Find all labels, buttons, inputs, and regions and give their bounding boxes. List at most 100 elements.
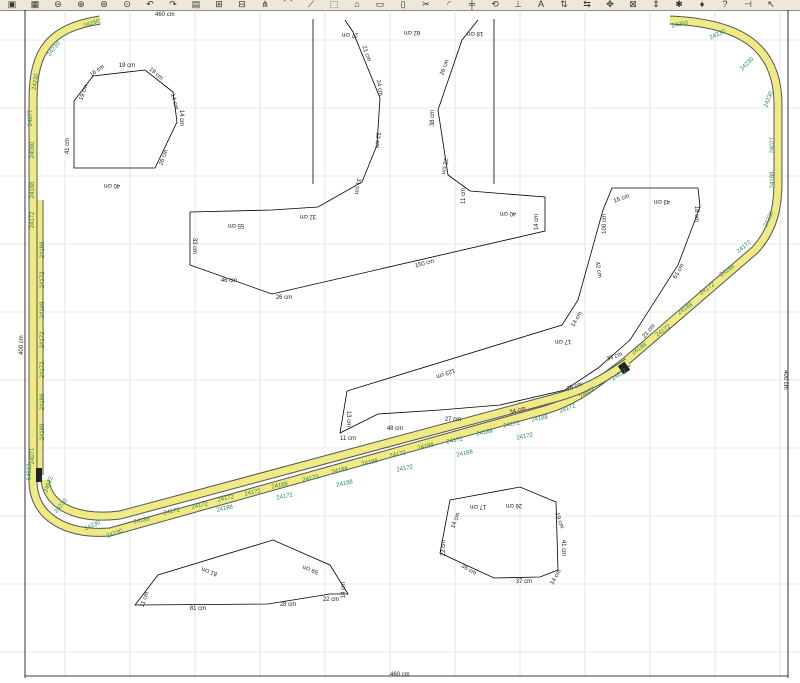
split-icon[interactable]: ⋔: [255, 0, 275, 10]
dimension-label: 14 cm: [341, 582, 347, 598]
dimension-label: 22 cm: [323, 597, 339, 603]
track-part-label: 24172: [396, 464, 414, 473]
dimension-label: 27 cm: [342, 31, 358, 37]
zoom-out-icon[interactable]: ⊖: [48, 0, 68, 10]
track-part-label: 24612: [43, 475, 55, 493]
measure-icon[interactable]: ⟋: [301, 0, 321, 10]
dimension-label: 14 cm: [178, 110, 184, 126]
track-icon[interactable]: ╪: [462, 0, 482, 10]
track-plan-drawing[interactable]: 19 cm16 cm19 cm19 cm14 cm14 cm26 cm41 cm…: [0, 10, 800, 678]
dimension-label: 61 cm: [672, 263, 685, 280]
dimension-label: 41 cm: [65, 138, 71, 154]
track-part-label: 24230: [739, 56, 756, 73]
help-icon[interactable]: ?: [715, 0, 735, 10]
height-icon[interactable]: ⇕: [646, 0, 666, 10]
track-part-label: 24071: [30, 447, 36, 464]
marker-icon[interactable]: ♦: [692, 0, 712, 10]
dimension-label: 22 cm: [440, 158, 449, 175]
dimension-label: 14 cm: [450, 512, 461, 529]
text-icon[interactable]: A: [531, 0, 551, 10]
dimension-label: 13 cm: [345, 411, 351, 427]
track-part-label: 24172: [276, 492, 294, 501]
dimension-label: 33 cm: [191, 238, 197, 254]
dimension-label: 26 cm: [276, 295, 292, 301]
dimension-label: 17 cm: [555, 338, 571, 344]
zoom-window-icon[interactable]: ⊙: [117, 0, 137, 10]
book-icon[interactable]: ▤: [186, 0, 206, 10]
dimension-label: 16 cm: [89, 64, 106, 78]
dimension-label: 26 cm: [158, 149, 169, 166]
zoom-fit-icon[interactable]: ⊛: [94, 0, 114, 10]
lock-icon[interactable]: ⊠: [623, 0, 643, 10]
ruler-left-label: 400 cm: [19, 335, 25, 355]
grid-lines: [0, 10, 800, 678]
track-part-label: 24188: [30, 181, 36, 198]
dimension-label: 26 cm: [439, 59, 450, 76]
grid-icon[interactable]: ⊞: [209, 0, 229, 10]
track-part-label: 24188: [336, 479, 354, 488]
track-part-label: 24172: [516, 432, 534, 441]
dimension-label: 11 cm: [461, 188, 467, 204]
dimension-label: 14 cm: [549, 569, 562, 586]
dimension-label: 100 cm: [602, 214, 608, 234]
inner-loop-track: [40, 358, 631, 521]
dimension-label: 17 cm: [470, 503, 486, 509]
ruler-right-label: 400 cm: [782, 370, 788, 390]
redo-icon[interactable]: ↷: [163, 0, 183, 10]
track-part-label: 24071: [770, 136, 776, 153]
dimension-label: 11 cm: [340, 436, 356, 442]
dimension-label: 81 cm: [190, 606, 206, 612]
dimension-label: 59 cm: [302, 563, 319, 574]
app-icon[interactable]: ▣: [2, 0, 22, 10]
connect-icon[interactable]: ⇆: [577, 0, 597, 10]
dimension-label: 42 cm: [594, 261, 603, 278]
cut-icon[interactable]: ✂: [416, 0, 436, 10]
board-outline: [24, 10, 789, 678]
dimension-label: 14 cm: [534, 214, 540, 230]
dimension-label: 55 cm: [228, 222, 244, 228]
arc-icon[interactable]: ◜: [439, 0, 459, 10]
dimension-label: 32 cm: [300, 213, 316, 219]
rotate-icon[interactable]: ⟲: [485, 0, 505, 10]
layout-canvas[interactable]: 19 cm 16 cm 19 cm 19 cm 14 cm 14 cm 26 cm 41 cm…: [0, 10, 800, 678]
layer-icon[interactable]: ▭: [370, 0, 390, 10]
dimension-label: 62 cm: [404, 29, 420, 35]
ruler-bottom-label: 460 cm: [390, 672, 410, 678]
select-icon[interactable]: ⬚: [324, 0, 344, 10]
move-icon[interactable]: ✥: [600, 0, 620, 10]
dimension-labels: 19 cm16 cm19 cm19 cm14 cm14 cm26 cm41 cm…: [65, 29, 699, 612]
dimension-label: 41 cm: [560, 540, 566, 556]
track-part-label: 24172: [30, 211, 36, 228]
dimension-label: 81 cm: [201, 565, 218, 576]
curve-icon[interactable]: ⌒: [278, 0, 298, 10]
dimension-label: 28 cm: [280, 602, 296, 608]
pointer-icon[interactable]: ↖: [761, 0, 781, 10]
track-part-label: 24188: [770, 171, 776, 188]
ruler-icon[interactable]: ⊣: [738, 0, 758, 10]
dimension-label: 18 cm: [693, 206, 699, 222]
dimension-label: 46 cm: [221, 278, 237, 284]
track-part-label: 24230: [763, 90, 775, 108]
table-icon[interactable]: ⊟: [232, 0, 252, 10]
dimension-label: 26 cm: [506, 502, 522, 508]
zoom-in-icon[interactable]: ⊕: [71, 0, 91, 10]
settings-icon[interactable]: ✱: [669, 0, 689, 10]
tool-icon[interactable]: ⌂: [347, 0, 367, 10]
dimension-label: 123 cm: [435, 367, 456, 379]
track-part-label: 64612: [27, 463, 33, 480]
image-icon[interactable]: ▦: [25, 0, 45, 10]
track-part-label: 24188: [40, 393, 46, 410]
track-part-label: 24188: [40, 241, 46, 258]
flip-icon[interactable]: ⇅: [554, 0, 574, 10]
dimension-label: 19 cm: [119, 63, 135, 69]
dimension-label: 40 cm: [104, 182, 120, 188]
track-part-label: 24090: [30, 141, 36, 158]
align-icon[interactable]: ⊥: [508, 0, 528, 10]
undo-icon[interactable]: ↶: [140, 0, 160, 10]
dimension-label: 40 cm: [500, 210, 516, 216]
wall-icon[interactable]: ▯: [393, 0, 413, 10]
track-part-label: 24188: [456, 449, 474, 458]
dimension-label: 38 cm: [430, 110, 436, 126]
dimension-label: 19 cm: [553, 512, 564, 529]
track-part-label: 24188: [40, 423, 46, 440]
